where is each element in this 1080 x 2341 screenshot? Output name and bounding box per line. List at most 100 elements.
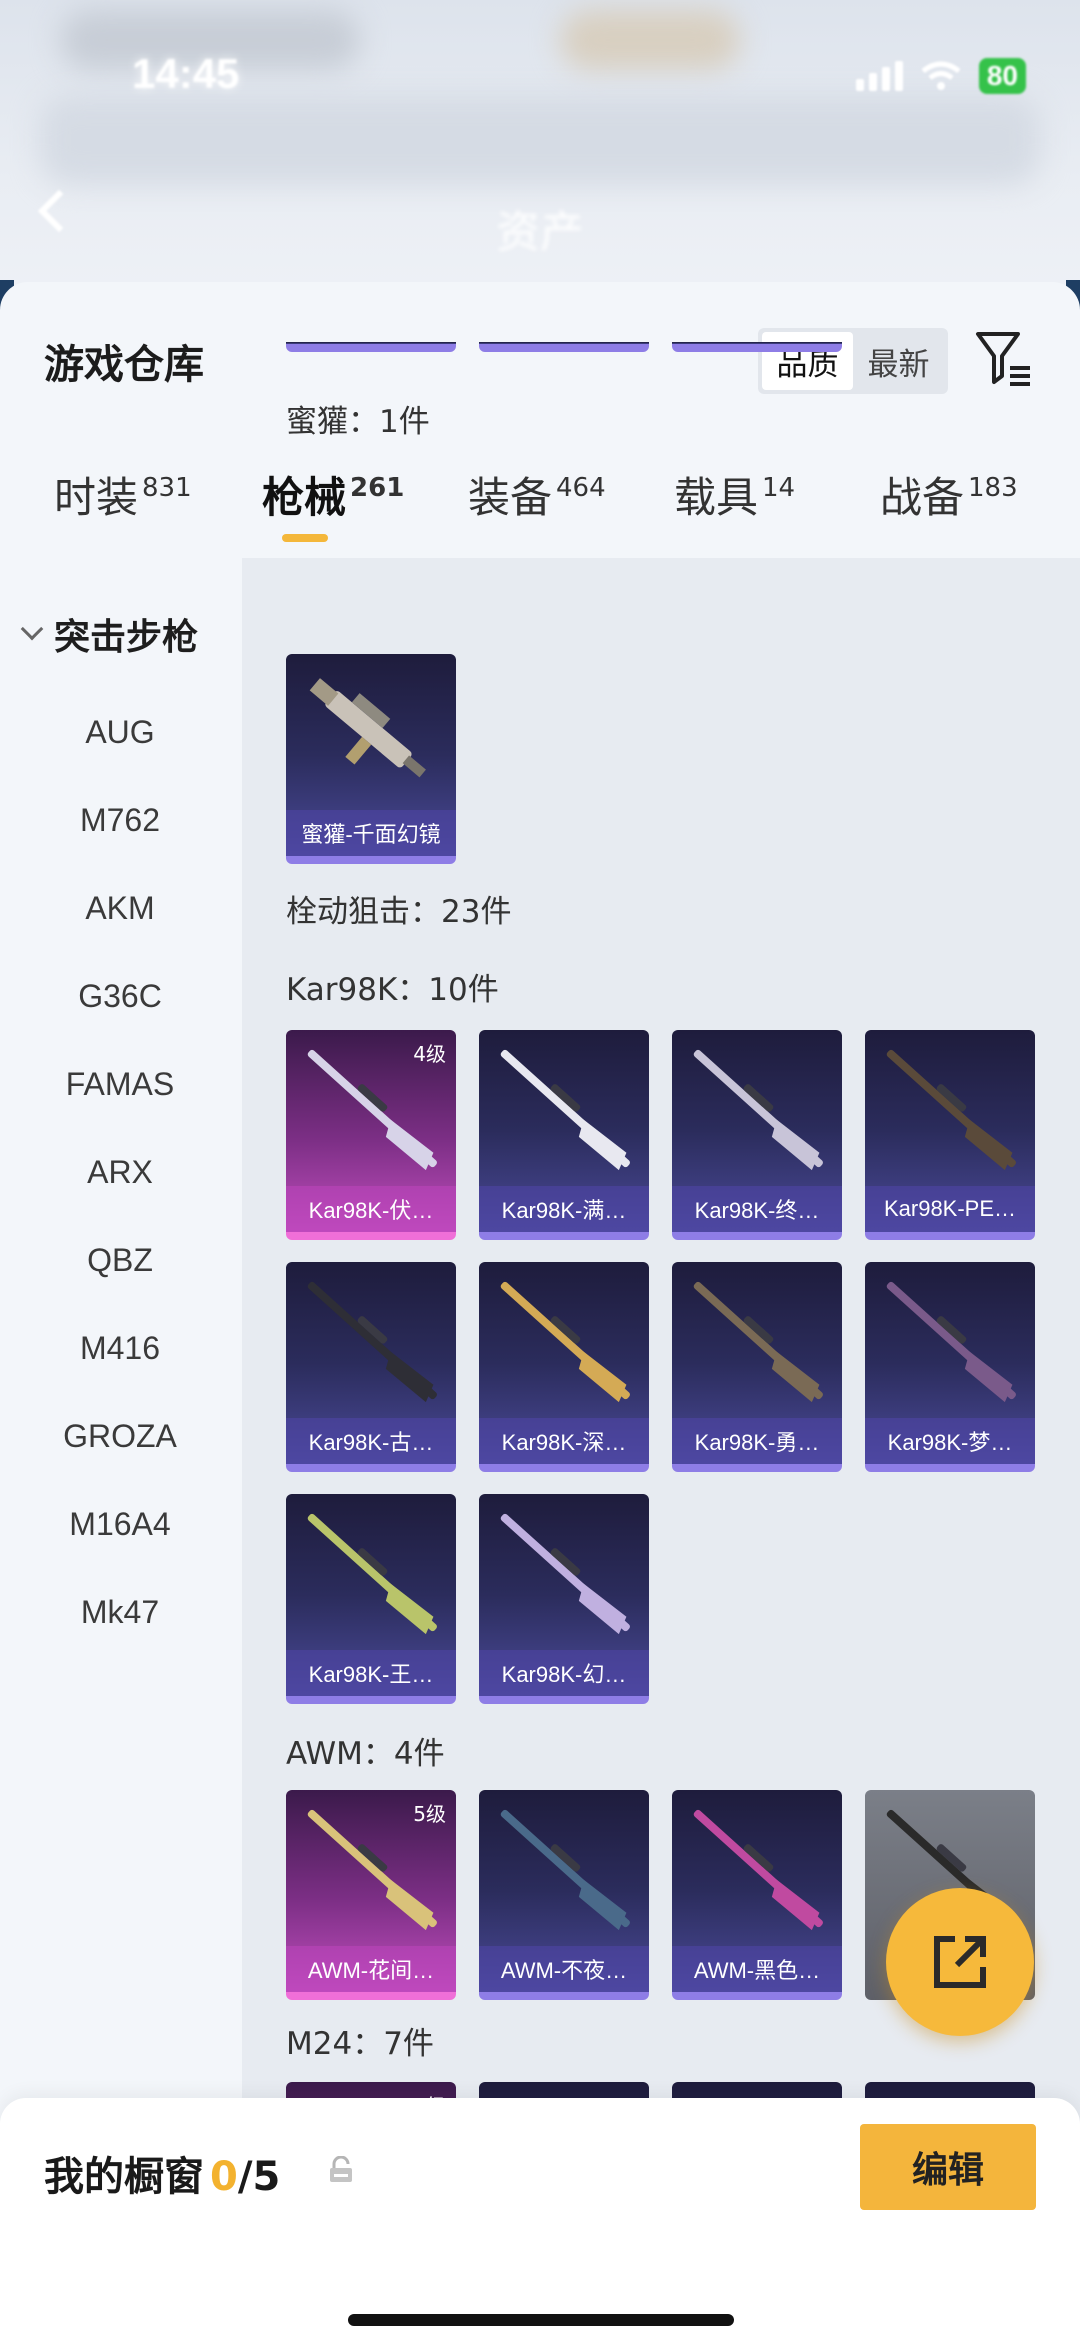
- item-name: Kar98K-古…: [286, 1418, 456, 1464]
- nav-item-mk47[interactable]: Mk47: [0, 1594, 240, 1631]
- item-name: Kar98K-PE…: [865, 1186, 1035, 1232]
- item-card[interactable]: Kar98K-幻…: [479, 1494, 649, 1704]
- category-tabs: 时装 831 枪械 261 装备 464 载具 14 战备 183: [0, 464, 1080, 564]
- item-name: AWM-花间…: [286, 1946, 456, 1992]
- tab-count: 831: [142, 473, 192, 503]
- section-heading-kar98k: Kar98K：10件: [286, 972, 499, 1008]
- item-card[interactable]: Kar98K-勇…: [672, 1262, 842, 1472]
- nav-category-label: 突击步枪: [54, 617, 199, 658]
- item-name: Kar98K-深…: [479, 1418, 649, 1464]
- item-name: AWM-不夜…: [479, 1946, 649, 1992]
- tab-supplies[interactable]: 战备 183: [880, 464, 1018, 525]
- item-card[interactable]: Kar98K-深…: [479, 1262, 649, 1472]
- item-card[interactable]: 蜜獾-千面幻镜: [286, 654, 456, 864]
- lock-icon: [330, 2156, 352, 2182]
- edit-button[interactable]: 编辑: [860, 2124, 1036, 2210]
- item-name: Kar98K-梦…: [865, 1418, 1035, 1464]
- item-name: Kar98K-满…: [479, 1186, 649, 1232]
- warehouse-sheet: 游戏仓库 品质 最新 时装 831 枪械 261 装备 464 载具 14 战备 183: [0, 282, 1080, 2341]
- home-indicator: [348, 2314, 734, 2326]
- nav-category-assault-rifles[interactable]: 突击步枪: [20, 608, 198, 660]
- weapon-image: [500, 1281, 630, 1403]
- tab-label: 载具: [674, 473, 759, 522]
- weapon-image: [309, 678, 426, 778]
- item-card-partial[interactable]: [479, 342, 649, 352]
- battery-indicator: 80: [978, 58, 1026, 94]
- weapon-image: [307, 1281, 437, 1403]
- item-level: 5级: [413, 1802, 446, 1826]
- weapon-image: [500, 1513, 630, 1635]
- tab-vehicles[interactable]: 载具 14: [674, 464, 795, 525]
- item-name: Kar98K-终…: [672, 1186, 842, 1232]
- item-card[interactable]: 5级 AWM-花间…: [286, 1790, 456, 2000]
- nav-item-qbz[interactable]: QBZ: [0, 1242, 240, 1279]
- item-card[interactable]: Kar98K-PE…: [865, 1030, 1035, 1240]
- item-name: Kar98K-勇…: [672, 1418, 842, 1464]
- sort-option-quality[interactable]: 品质: [762, 332, 853, 390]
- item-card-partial[interactable]: [672, 342, 842, 352]
- showcase-max: /5: [237, 2154, 281, 2200]
- filter-icon[interactable]: [974, 328, 1034, 388]
- tab-count: 464: [556, 473, 606, 503]
- nav-item-g36c[interactable]: G36C: [0, 978, 240, 1015]
- section-heading-bolt-action: 栓动狙击：23件: [286, 894, 512, 930]
- item-card[interactable]: Kar98K-梦…: [865, 1262, 1035, 1472]
- nav-item-famas[interactable]: FAMAS: [0, 1066, 240, 1103]
- active-tab-indicator: [282, 534, 328, 542]
- sheet-title: 游戏仓库: [44, 342, 204, 388]
- item-card[interactable]: Kar98K-满…: [479, 1030, 649, 1240]
- nav-item-m416[interactable]: M416: [0, 1330, 240, 1367]
- item-name: Kar98K-伏…: [286, 1186, 456, 1232]
- item-card-partial[interactable]: [286, 342, 456, 352]
- tab-guns[interactable]: 枪械 261: [262, 464, 404, 525]
- signal-icon: [855, 61, 903, 91]
- item-card[interactable]: Kar98K-王…: [286, 1494, 456, 1704]
- item-name: Kar98K-幻…: [479, 1650, 649, 1696]
- nav-item-arx[interactable]: ARX: [0, 1154, 240, 1191]
- share-external-icon: [934, 1936, 986, 1988]
- item-name: AWM-黑色…: [672, 1946, 842, 1992]
- weapon-image: [693, 1049, 823, 1171]
- nav-item-m16a4[interactable]: M16A4: [0, 1506, 240, 1543]
- item-card[interactable]: 4级 Kar98K-伏…: [286, 1030, 456, 1240]
- sort-toggle[interactable]: 品质 最新: [758, 328, 948, 394]
- tab-label: 战备: [880, 473, 965, 522]
- my-showcase: 我的橱窗 0 /5: [44, 2144, 280, 2202]
- sort-option-newest[interactable]: 最新: [853, 332, 944, 390]
- item-name: Kar98K-王…: [286, 1650, 456, 1696]
- weapon-image: [500, 1809, 630, 1931]
- tab-label: 枪械: [262, 473, 347, 522]
- background-header: 14:45 80 资产: [0, 0, 1080, 340]
- showcase-current: 0: [210, 2154, 238, 2200]
- bottom-bar: 我的橱窗 0 /5 编辑: [0, 2098, 1080, 2341]
- status-icons: 80: [855, 58, 1026, 94]
- wifi-icon: [921, 61, 961, 90]
- share-button[interactable]: [886, 1888, 1034, 2036]
- item-card[interactable]: AWM-不夜…: [479, 1790, 649, 2000]
- weapon-image: [886, 1049, 1016, 1171]
- blurred-shape: [40, 95, 1040, 185]
- tab-label: 时装: [54, 473, 139, 522]
- tab-count: 261: [350, 473, 405, 503]
- weapon-image: [693, 1809, 823, 1931]
- chevron-down-icon: [20, 617, 44, 641]
- item-card[interactable]: Kar98K-古…: [286, 1262, 456, 1472]
- weapon-type-nav: 突击步枪 AUG M762 AKM G36C FAMAS ARX QBZ M41…: [0, 558, 240, 2341]
- section-heading-honey-badger: 蜜獾：1件: [286, 404, 430, 440]
- tab-label: 装备: [468, 473, 553, 522]
- item-card[interactable]: AWM-黑色…: [672, 1790, 842, 2000]
- tab-count: 183: [968, 473, 1018, 503]
- weapon-image: [693, 1281, 823, 1403]
- status-time: 14:45: [132, 50, 240, 97]
- item-card[interactable]: Kar98K-终…: [672, 1030, 842, 1240]
- nav-item-groza[interactable]: GROZA: [0, 1418, 240, 1455]
- tab-outfits[interactable]: 时装 831: [54, 464, 192, 525]
- nav-item-akm[interactable]: AKM: [0, 890, 240, 927]
- showcase-label: 我的橱窗: [44, 2154, 204, 2200]
- item-name: 蜜獾-千面幻镜: [286, 810, 456, 856]
- tab-equipment[interactable]: 装备 464: [468, 464, 606, 525]
- tab-count: 14: [762, 473, 796, 503]
- item-level: 4级: [413, 1042, 446, 1066]
- nav-item-m762[interactable]: M762: [0, 802, 240, 839]
- nav-item-aug[interactable]: AUG: [0, 714, 240, 751]
